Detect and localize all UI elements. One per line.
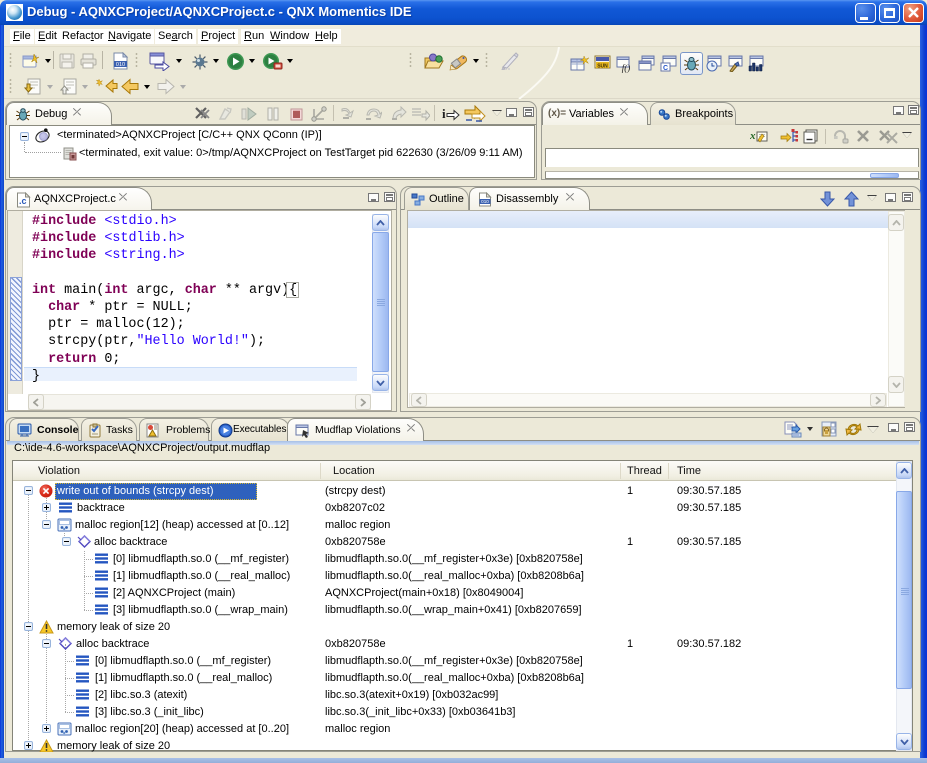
svg-text:010: 010	[481, 199, 489, 204]
svg-text:x: x	[750, 130, 756, 142]
svg-text:.c: .c	[19, 196, 27, 206]
svg-text:010: 010	[116, 62, 125, 68]
svg-text:SUN: SUN	[597, 63, 608, 69]
svg-text:f(): f()	[622, 63, 631, 73]
svg-text:C: C	[663, 65, 668, 72]
svg-text:i: i	[442, 106, 446, 121]
